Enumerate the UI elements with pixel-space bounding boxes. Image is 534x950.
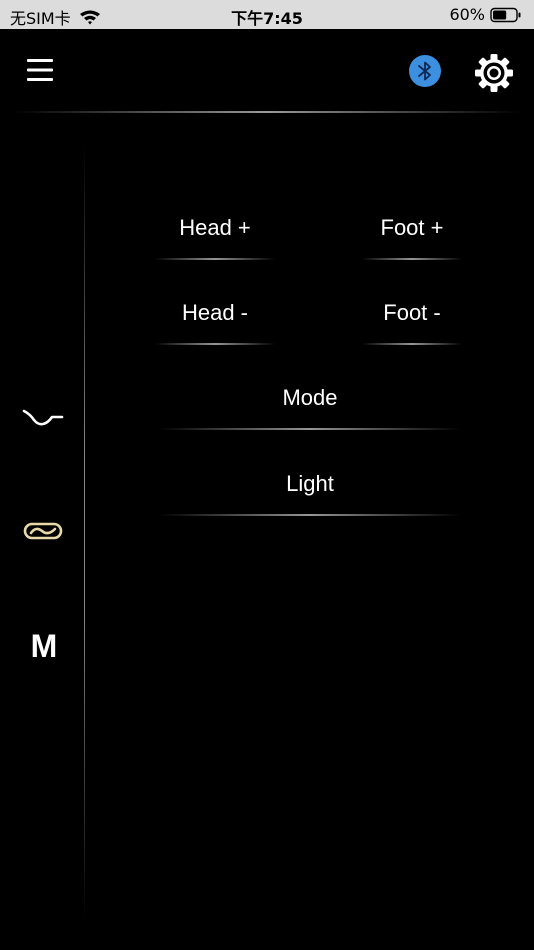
header	[0, 29, 534, 114]
bluetooth-icon[interactable]	[408, 54, 442, 88]
gear-icon[interactable]	[474, 53, 514, 93]
status-right: 60%	[449, 5, 522, 24]
foot-plus-button[interactable]: Foot +	[362, 200, 462, 260]
sidebar-divider	[84, 145, 85, 920]
mode-button[interactable]: Mode	[160, 370, 460, 430]
battery-percent: 60%	[449, 5, 485, 24]
menu-icon[interactable]	[25, 57, 55, 83]
m-icon[interactable]: M	[23, 626, 65, 666]
curve-icon[interactable]	[22, 402, 64, 432]
light-button[interactable]: Light	[160, 456, 460, 516]
head-plus-button[interactable]: Head +	[155, 200, 275, 260]
foot-minus-button[interactable]: Foot -	[362, 285, 462, 345]
head-minus-button[interactable]: Head -	[155, 285, 275, 345]
status-bar: 无SIM卡 下午7:45 60%	[0, 0, 534, 29]
header-divider	[15, 111, 520, 113]
battery-icon	[490, 7, 521, 22]
loop-icon[interactable]	[22, 517, 64, 545]
